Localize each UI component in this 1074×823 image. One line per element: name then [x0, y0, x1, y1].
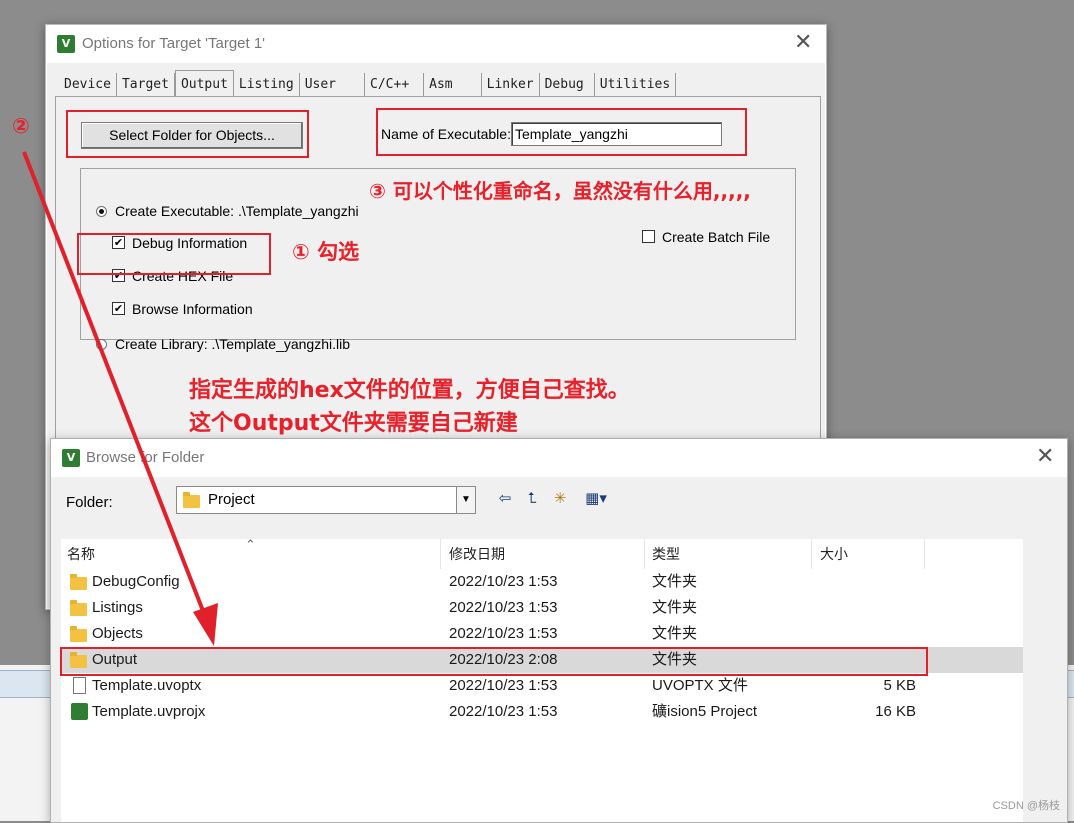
csdn-watermark: CSDN @杨枝: [992, 800, 1060, 812]
annotation-step3: ③ 可以个性化重命名，虽然没有什么用,,,,,: [369, 179, 751, 203]
annotation-step2: ②: [12, 114, 30, 138]
annotation-arrow: [22, 151, 218, 646]
annotation-note-line2: 这个Output文件夹需要自己新建: [189, 411, 518, 436]
annotation-step1: ① 勾选: [292, 240, 360, 264]
annotation-note-line1: 指定生成的hex文件的位置，方便自己查找。: [189, 378, 630, 403]
